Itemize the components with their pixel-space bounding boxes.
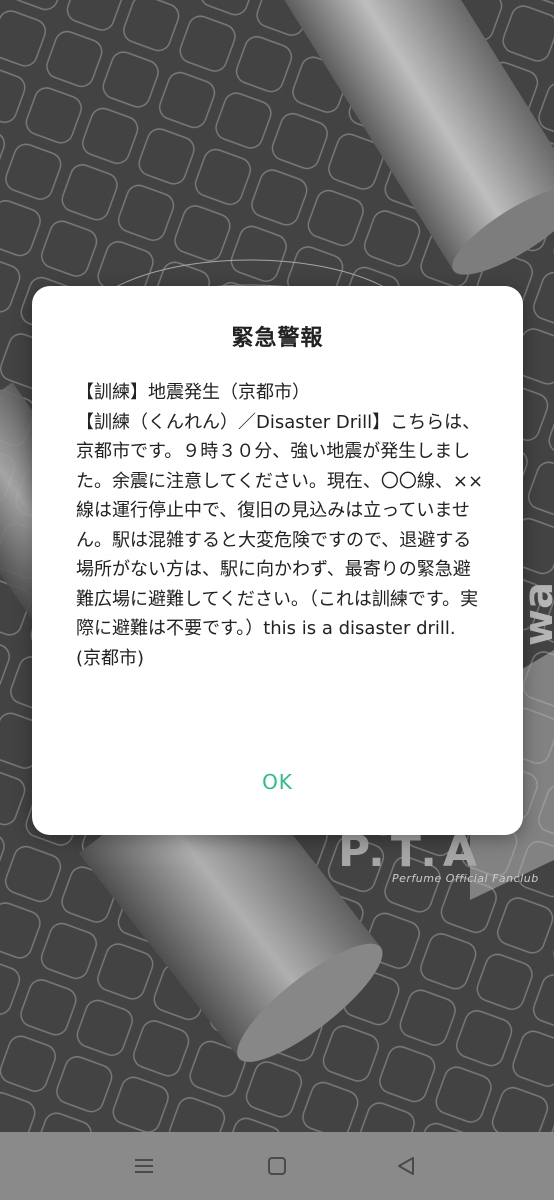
dialog-message: 【訓練】地震発生（京都市） 【訓練（くんれん）／Disaster Drill】こ…	[76, 378, 486, 673]
ok-button[interactable]: OK	[32, 760, 523, 804]
alert-headline: 【訓練】地震発生（京都市）	[76, 382, 310, 403]
back-icon	[398, 1157, 414, 1175]
home-button[interactable]	[257, 1146, 297, 1186]
recent-apps-button[interactable]	[124, 1146, 164, 1186]
alert-source: (京都市)	[76, 647, 145, 669]
dialog-title: 緊急警報	[231, 326, 324, 351]
alert-message: 【訓練（くんれん）／Disaster Drill】こちらは、京都市です。９時３０…	[76, 411, 484, 640]
menu-icon	[135, 1159, 153, 1173]
back-button[interactable]	[386, 1146, 426, 1186]
system-navigation-bar	[0, 1132, 554, 1200]
home-icon	[268, 1157, 286, 1175]
emergency-alert-dialog: 緊急警報 【訓練】地震発生（京都市） 【訓練（くんれん）／Disaster Dr…	[32, 286, 523, 835]
